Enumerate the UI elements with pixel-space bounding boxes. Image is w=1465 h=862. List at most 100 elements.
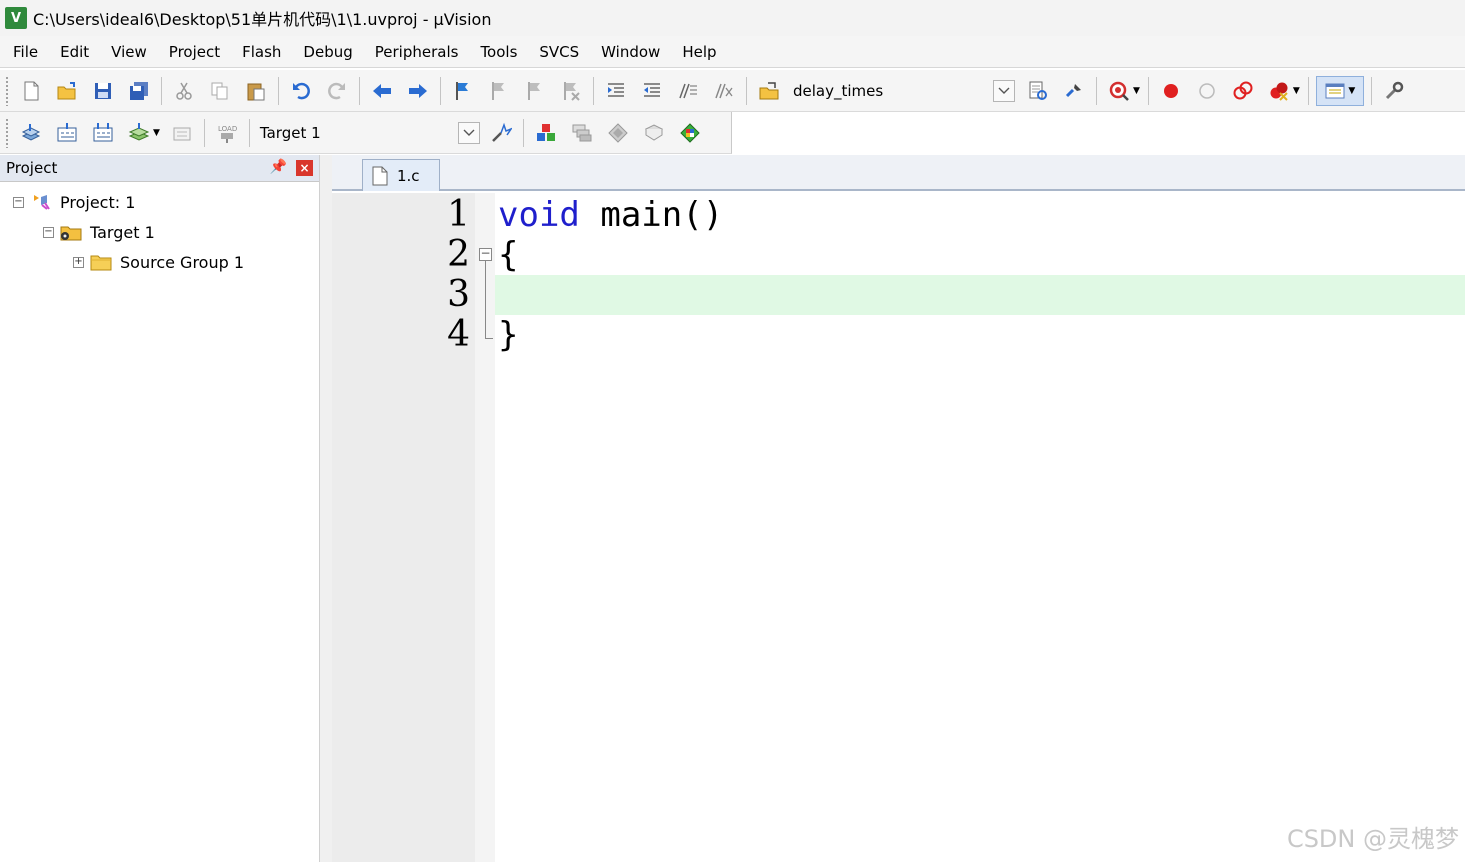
menu-file[interactable]: File: [0, 38, 49, 66]
enable-breakpoint-icon[interactable]: [1192, 76, 1222, 106]
close-panel-icon[interactable]: ×: [296, 160, 313, 176]
fold-collapse-icon[interactable]: −: [479, 247, 492, 261]
collapse-toggle-icon[interactable]: −: [13, 196, 24, 208]
menu-tools[interactable]: Tools: [469, 38, 528, 66]
clear-bookmarks-icon[interactable]: [556, 76, 586, 106]
open-file-icon[interactable]: [52, 76, 82, 106]
menu-peripherals[interactable]: Peripherals: [364, 38, 470, 66]
collapse-toggle-icon[interactable]: −: [43, 226, 54, 238]
incremental-find-icon[interactable]: [1023, 76, 1053, 106]
editor-pane: 1.c 1 2 3 4 − void main() { }: [332, 155, 1465, 862]
expand-toggle-icon[interactable]: +: [73, 256, 84, 268]
cut-icon[interactable]: [169, 76, 199, 106]
find-combo[interactable]: delay_times: [787, 77, 1015, 105]
paste-icon[interactable]: [241, 76, 271, 106]
tree-item-label: Source Group 1: [120, 252, 245, 272]
fold-guide-end: [485, 338, 493, 339]
splitter[interactable]: [320, 155, 332, 862]
download-icon[interactable]: LOAD: [212, 118, 242, 148]
line-number: 1: [447, 194, 470, 235]
navigate-back-icon[interactable]: [367, 76, 397, 106]
build-icon[interactable]: [52, 118, 82, 148]
manage-project-items-icon[interactable]: [531, 118, 561, 148]
toolbar-separator: [1370, 76, 1372, 105]
target-combo[interactable]: Target 1: [254, 119, 480, 147]
current-line-highlight: [495, 275, 1465, 315]
toolbar-separator: [203, 118, 205, 147]
window-title: C:\Users\ideal6\Desktop\51单片机代码\1\1.uvpr…: [33, 10, 492, 29]
start-debug-icon[interactable]: [1104, 76, 1134, 106]
tab-1c[interactable]: 1.c: [362, 159, 440, 191]
menu-flash[interactable]: Flash: [231, 38, 292, 66]
save-all-icon[interactable]: [124, 76, 154, 106]
batch-build-dropdown-icon[interactable]: ▼: [153, 128, 160, 138]
new-file-icon[interactable]: [16, 76, 46, 106]
tree-item-source-group[interactable]: + Source Group 1: [73, 249, 244, 275]
file-toolbar: delay_times ▼ ▼ ▼: [0, 70, 1465, 112]
code-text: }: [498, 315, 519, 355]
tree-item-project[interactable]: − Project: 1: [13, 189, 135, 215]
line-number: 4: [447, 314, 470, 355]
toolbar-separator: [746, 76, 747, 105]
insert-bookmark-icon[interactable]: [448, 76, 478, 106]
tree-item-target[interactable]: − Target 1: [43, 219, 155, 245]
target-combo-value: Target 1: [259, 123, 321, 142]
menu-project[interactable]: Project: [158, 38, 231, 66]
manage-rte-icon[interactable]: [603, 118, 633, 148]
toolbar-separator: [278, 76, 279, 105]
pack-installer-icon[interactable]: [639, 118, 669, 148]
disable-all-breakpoints-icon[interactable]: [1228, 76, 1258, 106]
breakpoints-dropdown-icon[interactable]: ▼: [1293, 86, 1300, 96]
configure-icon[interactable]: [1379, 76, 1409, 106]
insert-breakpoint-icon[interactable]: [1156, 76, 1186, 106]
tab-label: 1.c: [397, 166, 420, 185]
toolbar-separator: [522, 118, 524, 147]
find-in-files-icon[interactable]: [754, 76, 784, 106]
stop-build-icon[interactable]: [167, 118, 197, 148]
comment-selection-icon[interactable]: [673, 76, 703, 106]
indent-icon[interactable]: [601, 76, 631, 106]
debug-dropdown-icon[interactable]: ▼: [1133, 86, 1140, 96]
menu-view[interactable]: View: [100, 38, 158, 66]
target-options-icon[interactable]: [486, 118, 516, 148]
project-icon: [30, 193, 52, 211]
toolbar-separator: [359, 76, 360, 105]
project-panel-title: Project: [6, 159, 58, 177]
redo-icon[interactable]: [322, 76, 352, 106]
window-layout-icon[interactable]: ▼: [1315, 75, 1364, 106]
target-combo-dropdown-icon[interactable]: [457, 121, 480, 144]
menu-debug[interactable]: Debug: [292, 38, 363, 66]
watermark: CSDN @灵槐梦: [1286, 825, 1459, 853]
unindent-icon[interactable]: [637, 76, 667, 106]
next-bookmark-icon[interactable]: [520, 76, 550, 106]
batch-build-icon[interactable]: [124, 118, 154, 148]
kill-all-breakpoints-icon[interactable]: [1264, 76, 1294, 106]
prev-bookmark-icon[interactable]: [484, 76, 514, 106]
select-packs-icon[interactable]: [567, 118, 597, 148]
rebuild-icon[interactable]: [88, 118, 118, 148]
svg-text:LOAD: LOAD: [218, 125, 237, 133]
toolbar-grip[interactable]: [5, 75, 9, 106]
menu-help[interactable]: Help: [671, 38, 727, 66]
navigate-forward-icon[interactable]: [403, 76, 433, 106]
pin-icon[interactable]: 📌: [270, 159, 287, 175]
debug-session-icon[interactable]: [1059, 76, 1089, 106]
code-line[interactable]: void main(): [498, 195, 723, 235]
target-folder-icon: [60, 223, 82, 241]
translate-icon[interactable]: [16, 118, 46, 148]
code-line[interactable]: {: [498, 235, 518, 275]
toolbar-separator: [440, 76, 441, 105]
find-combo-value: delay_times: [793, 81, 884, 100]
menu-svcs[interactable]: SVCS: [528, 38, 590, 66]
save-icon[interactable]: [88, 76, 118, 106]
pack-installer-color-icon[interactable]: [675, 118, 705, 148]
toolbar-separator: [1307, 76, 1309, 105]
undo-icon[interactable]: [286, 76, 316, 106]
copy-icon[interactable]: [205, 76, 235, 106]
find-combo-dropdown-icon[interactable]: [993, 79, 1015, 102]
uncomment-selection-icon[interactable]: [709, 76, 739, 106]
toolbar-grip[interactable]: [5, 117, 9, 148]
code-line[interactable]: }: [498, 315, 518, 355]
menu-window[interactable]: Window: [590, 38, 671, 66]
menu-edit[interactable]: Edit: [49, 38, 100, 66]
